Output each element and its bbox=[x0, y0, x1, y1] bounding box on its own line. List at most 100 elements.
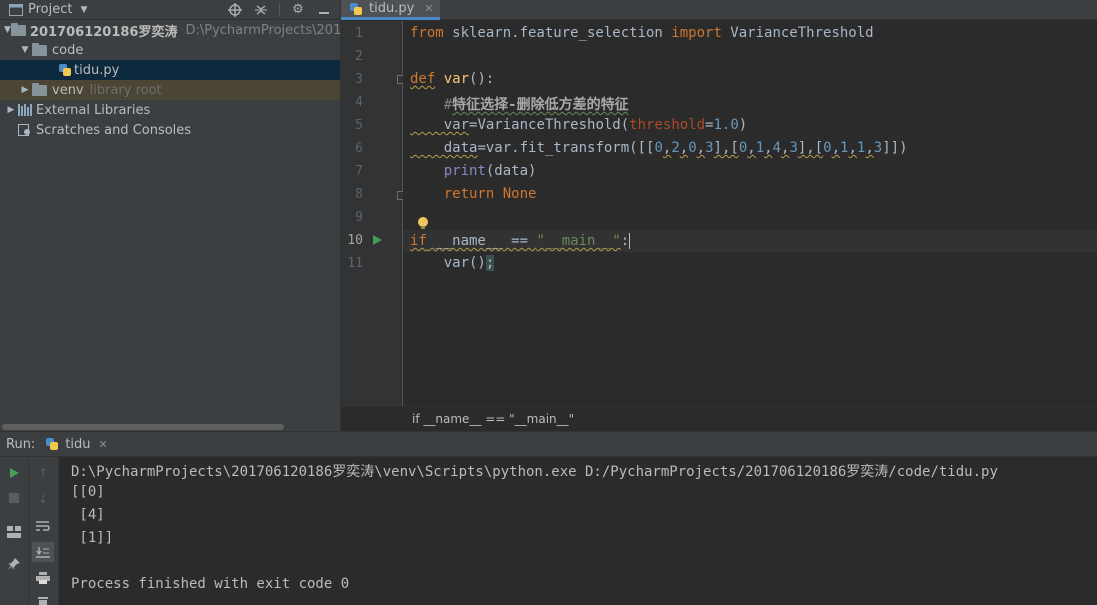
array-number: 0 bbox=[688, 140, 697, 156]
line-number: 3 bbox=[355, 72, 363, 87]
project-panel-header: Project ▼ ⚙ bbox=[0, 0, 340, 20]
gear-icon[interactable]: ⚙ bbox=[290, 2, 306, 18]
folder-icon bbox=[10, 23, 26, 36]
console-exit-line: Process finished with exit code 0 bbox=[71, 576, 350, 592]
array-number: 0 bbox=[823, 140, 832, 156]
print-icon[interactable] bbox=[34, 569, 52, 587]
keyword-import: import bbox=[671, 25, 722, 41]
tree-item-tidu-py[interactable]: tidu.py bbox=[0, 60, 340, 80]
scroll-to-end-icon[interactable] bbox=[32, 542, 54, 562]
keyword-if: if bbox=[410, 233, 427, 249]
venv-library-root-note: library root bbox=[89, 82, 162, 98]
close-icon[interactable]: ✕ bbox=[424, 2, 433, 15]
python-file-icon bbox=[45, 437, 59, 451]
folder-icon bbox=[32, 43, 48, 56]
equality-operator: == bbox=[502, 233, 537, 249]
breadcrumb[interactable]: if __name__ == "__main__" bbox=[412, 412, 574, 426]
tab-tidu-py[interactable]: tidu.py ✕ bbox=[341, 0, 440, 20]
library-icon bbox=[18, 104, 32, 116]
scratches-label: Scratches and Consoles bbox=[36, 122, 192, 138]
python-file-icon bbox=[349, 2, 363, 16]
array-number: 0 bbox=[654, 140, 663, 156]
arrow-down-icon[interactable]: ↓ bbox=[34, 490, 52, 508]
arrow-up-icon[interactable]: ↑ bbox=[34, 464, 52, 482]
expanded-arrow-icon[interactable]: ▼ bbox=[4, 25, 11, 35]
pin-tab-icon[interactable] bbox=[5, 555, 23, 573]
code-line-3: def var(): bbox=[410, 71, 494, 87]
venv-label: venv bbox=[52, 82, 84, 98]
constructor-call: =VarianceThreshold( bbox=[469, 117, 630, 133]
project-horizontal-scrollbar[interactable] bbox=[0, 423, 341, 431]
project-view-selector[interactable]: Project ▼ bbox=[8, 2, 87, 18]
file-label: tidu.py bbox=[74, 62, 120, 78]
console-command-line: D:\PycharmProjects\201706120186罗奕涛\venv\… bbox=[71, 464, 998, 480]
array-literal: 0,2,0,3],[0,1,4,3],[0,1,1,3 bbox=[654, 140, 882, 156]
module-name: sklearn.feature_selection bbox=[443, 25, 672, 41]
tree-item-scratches[interactable]: Scratches and Consoles bbox=[0, 120, 340, 140]
editor-tab-bar: tidu.py ✕ bbox=[341, 0, 1097, 20]
collapsed-arrow-icon[interactable]: ▶ bbox=[4, 105, 18, 115]
collapsed-arrow-icon[interactable]: ▶ bbox=[18, 85, 32, 95]
imported-name: VarianceThreshold bbox=[721, 25, 874, 41]
expanded-arrow-icon[interactable]: ▼ bbox=[18, 45, 32, 55]
locate-target-icon[interactable] bbox=[227, 2, 243, 18]
keyword-none: None bbox=[502, 186, 537, 202]
scratches-icon bbox=[18, 123, 32, 137]
line-number: 1 bbox=[355, 26, 363, 41]
function-signature: (): bbox=[469, 71, 495, 87]
external-libraries-label: External Libraries bbox=[36, 102, 151, 118]
comma: , bbox=[679, 140, 689, 156]
run-tab-label: tidu bbox=[65, 436, 91, 452]
code-line-5: var=VarianceThreshold(threshold=1.0) bbox=[410, 117, 748, 133]
code-line-6: data=var.fit_transform([[0,2,0,3],[0,1,4… bbox=[410, 140, 908, 156]
tab-label: tidu.py bbox=[369, 1, 415, 16]
run-tab-tidu[interactable]: tidu ✕ bbox=[45, 436, 108, 452]
run-gutter-icon[interactable] bbox=[373, 235, 382, 245]
array-number: 3 bbox=[873, 140, 883, 156]
line-number: 6 bbox=[355, 141, 363, 156]
rerun-icon[interactable] bbox=[5, 464, 23, 482]
project-window-icon bbox=[8, 2, 24, 18]
toolbar-divider bbox=[279, 2, 280, 17]
collapse-all-icon[interactable] bbox=[253, 2, 269, 18]
keyword-return: return bbox=[410, 186, 503, 202]
console-output-line: [4] bbox=[71, 507, 105, 523]
close-paren: ) bbox=[738, 117, 748, 133]
stop-icon[interactable] bbox=[5, 489, 23, 507]
run-label: Run: bbox=[6, 436, 36, 452]
code-line-4: #特征选择-删除低方差的特征 bbox=[410, 94, 629, 114]
chevron-down-icon: ▼ bbox=[80, 4, 88, 15]
array-number: 1 bbox=[755, 140, 765, 156]
code-editor[interactable]: from sklearn.feature_selection import Va… bbox=[403, 21, 1097, 406]
keyword-def: def bbox=[410, 71, 436, 87]
line-number: 9 bbox=[355, 210, 363, 225]
project-panel: Project ▼ ⚙ ▼ 201706120186罗奕涛 D:\Pycharm… bbox=[0, 0, 391, 431]
line-number: 5 bbox=[355, 118, 363, 133]
code-line-1: from sklearn.feature_selection import Va… bbox=[410, 25, 874, 41]
semicolon-warning: ; bbox=[485, 255, 495, 271]
soft-wrap-icon[interactable] bbox=[34, 517, 52, 535]
tree-item-external-libraries[interactable]: ▶ External Libraries bbox=[0, 100, 340, 120]
trash-icon[interactable] bbox=[34, 593, 52, 605]
line-number-current: 10 bbox=[347, 233, 363, 248]
lightbulb-icon[interactable] bbox=[418, 217, 428, 229]
array-number: 2 bbox=[671, 140, 680, 156]
tree-item-venv[interactable]: ▶ venv library root bbox=[0, 80, 340, 100]
project-panel-title: Project bbox=[28, 2, 73, 17]
print-args: (data) bbox=[485, 163, 537, 179]
line-number: 7 bbox=[355, 164, 363, 179]
tree-item-project-root[interactable]: ▼ 201706120186罗奕涛 D:\PycharmProjects\201… bbox=[0, 20, 391, 40]
restore-layout-icon[interactable] bbox=[5, 523, 23, 541]
text-caret bbox=[629, 233, 631, 249]
function-call: var() bbox=[410, 255, 486, 271]
close-brackets: ]]) bbox=[882, 140, 908, 156]
console-output-line: [1]] bbox=[71, 530, 114, 546]
code-line-11: var(); bbox=[410, 255, 495, 271]
hide-panel-icon[interactable] bbox=[316, 2, 332, 18]
tree-item-code[interactable]: ▼ code bbox=[0, 40, 340, 60]
run-console[interactable]: D:\PycharmProjects\201706120186罗奕涛\venv\… bbox=[59, 457, 1097, 605]
line-number: 11 bbox=[347, 256, 363, 271]
console-output-line: [[0] bbox=[71, 484, 105, 500]
comma: , bbox=[764, 140, 773, 156]
close-icon[interactable]: ✕ bbox=[99, 438, 108, 451]
